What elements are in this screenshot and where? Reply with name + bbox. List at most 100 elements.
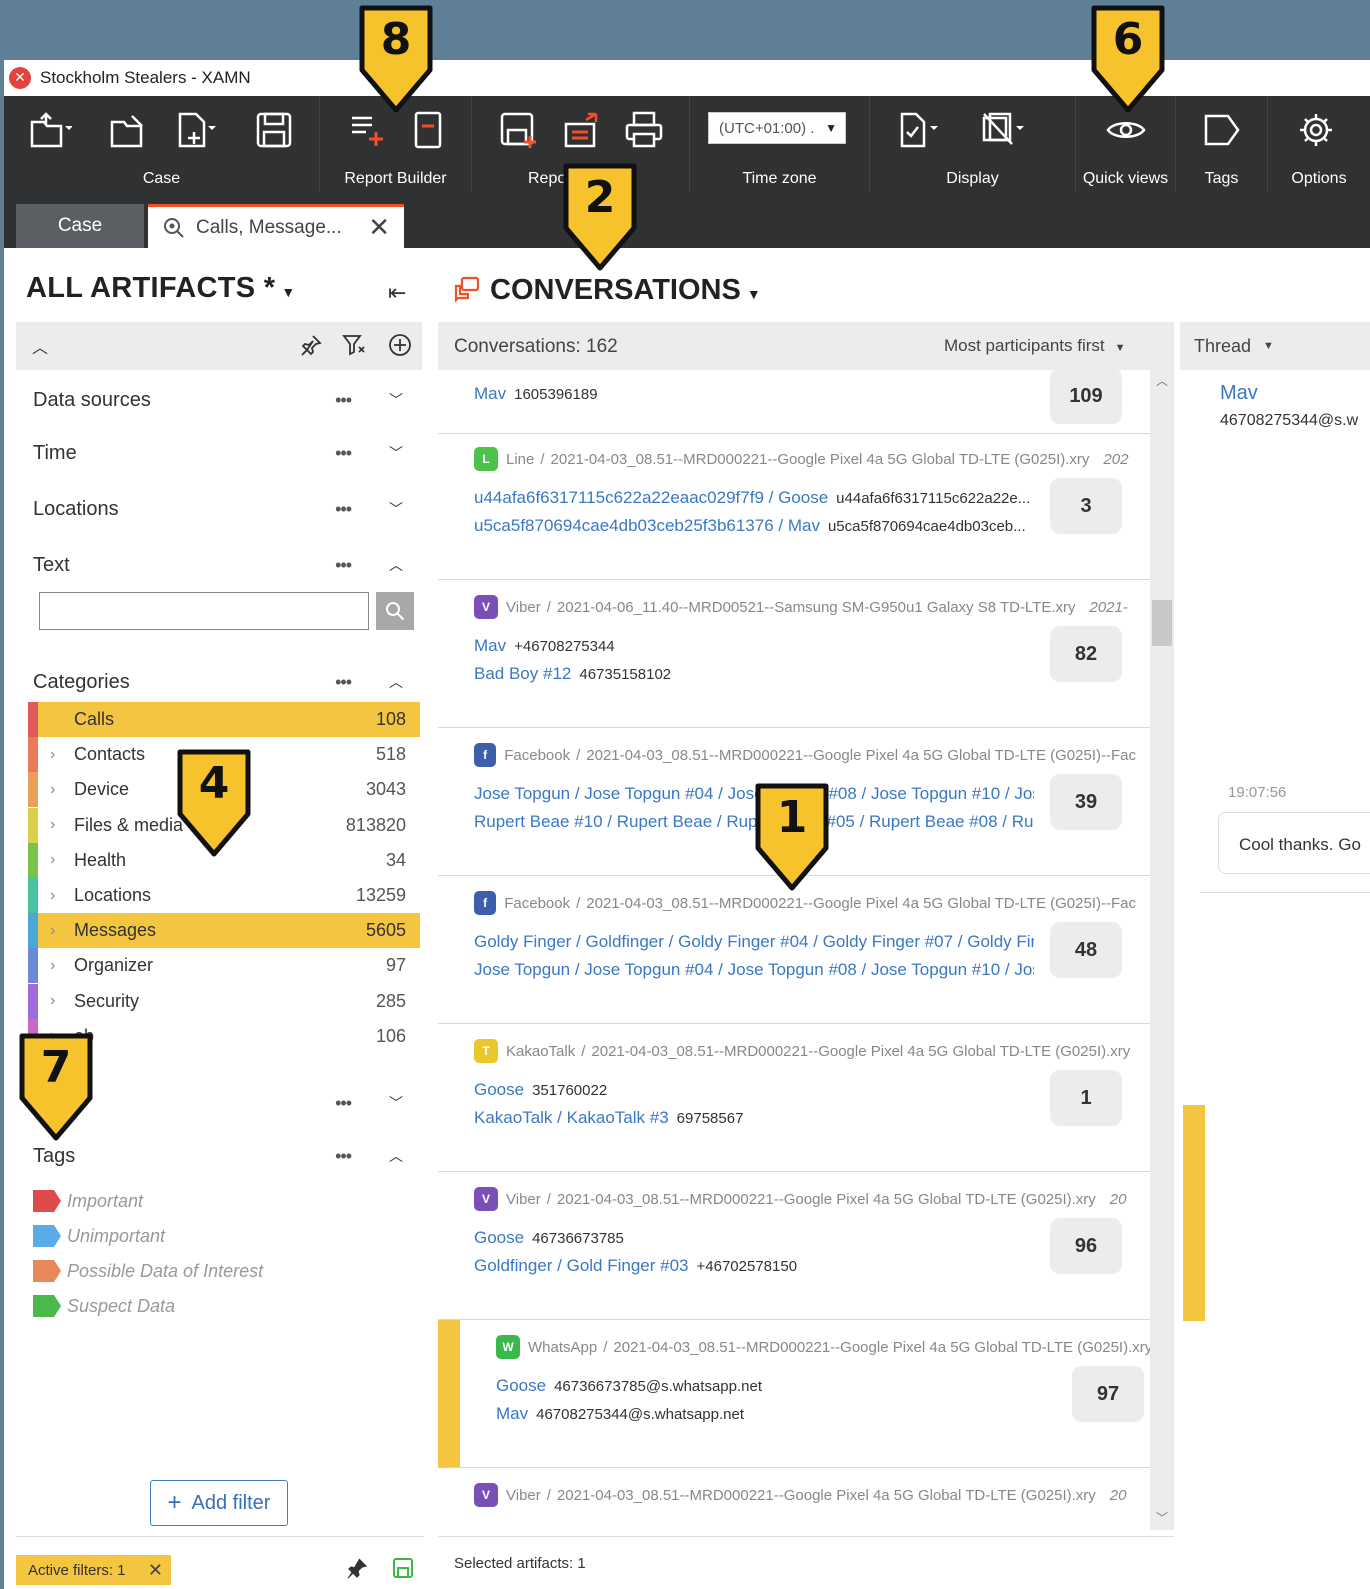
more-icon[interactable]: •••	[335, 555, 352, 576]
toolbar-group-options[interactable]: Options	[1268, 96, 1370, 192]
scrollbar-thumb[interactable]	[1152, 600, 1172, 646]
document-check-icon[interactable]	[894, 110, 938, 150]
participant-line[interactable]: Jose Topgun / Jose Topgun #04 / Jose Top…	[474, 960, 1034, 980]
save-icon[interactable]	[252, 110, 296, 150]
more-icon[interactable]: •••	[335, 390, 352, 411]
tag-item[interactable]: Important	[33, 1186, 143, 1216]
participant-line[interactable]: u44afa6f6317115c622a22eaac029f7f9 / Goos…	[474, 488, 1034, 508]
tag-icon[interactable]	[1200, 110, 1244, 150]
view-title[interactable]: ALL ARTIFACTS * ▼	[26, 272, 296, 305]
chevron-up-icon[interactable]: ︿	[389, 672, 403, 692]
scrollbar[interactable]: ︿ ﹀	[1150, 370, 1174, 1530]
active-filters-badge[interactable]: Active filters: 1 ✕	[16, 1555, 171, 1585]
chevron-right-icon[interactable]: ›	[50, 851, 55, 869]
toolbar-group-tags[interactable]: Tags	[1176, 96, 1268, 192]
chevron-down-icon[interactable]: ﹀	[389, 1093, 403, 1113]
conversations-title[interactable]: CONVERSATIONS ▼	[490, 274, 761, 307]
print-icon[interactable]	[622, 110, 666, 150]
clear-filters-icon[interactable]: ✕	[148, 1560, 163, 1581]
conversation-item[interactable]: V Viber/2021-04-03_08.51--MRD000221--Goog…	[438, 1468, 1150, 1530]
tab-case[interactable]: Case	[16, 204, 144, 248]
more-icon[interactable]: •••	[335, 499, 352, 520]
chevron-right-icon[interactable]: ›	[50, 746, 55, 764]
open-case-icon[interactable]	[28, 110, 72, 150]
save-report-icon[interactable]	[496, 110, 540, 150]
close-window-icon[interactable]: ✕	[9, 67, 31, 89]
conversation-item[interactable]: L Line/2021-04-03_08.51--MRD000221--Googl…	[438, 432, 1150, 580]
scroll-down-icon[interactable]: ﹀	[1156, 1509, 1168, 1526]
scroll-up-icon[interactable]: ︿	[1156, 372, 1168, 389]
conversation-item[interactable]: W WhatsApp/2021-04-03_08.51--MRD000221--G…	[438, 1320, 1150, 1468]
more-icon[interactable]: •••	[335, 672, 352, 693]
gear-icon[interactable]	[1294, 110, 1338, 150]
conversation-item[interactable]: Mav 1605396189 109	[438, 370, 1150, 434]
new-file-icon[interactable]	[172, 110, 216, 150]
more-icon[interactable]: •••	[335, 443, 352, 464]
category-item[interactable]: › Locations 13259	[28, 878, 420, 913]
chevron-right-icon[interactable]: ›	[50, 922, 55, 940]
timezone-select[interactable]: (UTC+01:00) . ▼	[708, 112, 846, 144]
conversation-item[interactable]: T KakaoTalk/2021-04-03_08.51--MRD000221--…	[438, 1024, 1150, 1172]
hide-display-icon[interactable]	[980, 110, 1024, 150]
pin-icon[interactable]	[300, 334, 322, 356]
search-button[interactable]	[376, 592, 414, 630]
eye-icon[interactable]	[1104, 110, 1148, 150]
participant-line[interactable]: Goose 46736673785@s.whatsapp.net	[496, 1376, 1056, 1396]
filter-locations[interactable]: Locations ••• ﹀	[33, 494, 413, 524]
filter-categories[interactable]: Categories ••• ︿	[33, 667, 413, 697]
collapse-panel-icon[interactable]: ⇤	[388, 280, 406, 306]
open-folder-icon[interactable]	[106, 110, 150, 150]
pin-icon[interactable]	[346, 1557, 368, 1579]
tag-item[interactable]: Unimportant	[33, 1221, 165, 1251]
chevron-up-icon[interactable]: ︿	[32, 334, 48, 358]
participant-line[interactable]: Goose 46736673785	[474, 1228, 1034, 1248]
chevron-up-icon[interactable]: ︿	[389, 1146, 403, 1166]
participant-line[interactable]: Goose 351760022	[474, 1080, 1034, 1100]
save-filter-icon[interactable]	[392, 1557, 414, 1579]
add-circle-icon[interactable]	[388, 333, 412, 357]
participant-line[interactable]: Mav 46708275344@s.whatsapp.net	[496, 1404, 1056, 1424]
tag-item[interactable]: Suspect Data	[33, 1291, 175, 1321]
chevron-down-icon[interactable]: ﹀	[389, 390, 403, 410]
add-to-report-icon[interactable]	[346, 110, 390, 150]
tab-calls-messages[interactable]: Calls, Message... ✕	[148, 204, 404, 248]
chevron-down-icon[interactable]: ﹀	[389, 499, 403, 519]
more-icon[interactable]: •••	[335, 1093, 352, 1114]
filter-tags[interactable]: Tags ••• ︿	[33, 1141, 413, 1171]
conversation-item[interactable]: V Viber/2021-04-03_08.51--MRD000221--Goog…	[438, 1172, 1150, 1320]
participant-line[interactable]: KakaoTalk / KakaoTalk #3 69758567	[474, 1108, 1034, 1128]
export-report-icon[interactable]	[560, 110, 604, 150]
sort-select[interactable]: Most participants first ▼	[944, 336, 1126, 356]
thread-contact-name[interactable]: Mav	[1220, 382, 1258, 405]
participant-line[interactable]: u5ca5f870694cae4db03ceb25f3b61376 / Mav u…	[474, 516, 1034, 536]
clear-filter-icon[interactable]	[342, 333, 366, 357]
conversation-item[interactable]: V Viber/2021-04-06_11.40--MRD00521--Samsu…	[438, 580, 1150, 728]
filter-time[interactable]: Time ••• ﹀	[33, 438, 413, 468]
participant-line[interactable]: Goldy Finger / Goldfinger / Goldy Finger…	[474, 932, 1034, 952]
participant-line[interactable]: Mav +46708275344	[474, 636, 1034, 656]
chevron-right-icon[interactable]: ›	[50, 816, 55, 834]
chevron-right-icon[interactable]: ›	[50, 781, 55, 799]
participant-line[interactable]: Bad Boy #12 46735158102	[474, 664, 1034, 684]
thread-toolbar[interactable]: Thread ▼	[1180, 322, 1370, 370]
text-filter-input[interactable]	[39, 592, 369, 630]
add-filter-button[interactable]: + Add filter	[150, 1480, 288, 1526]
category-item[interactable]: › Organizer 97	[28, 948, 420, 984]
participant-line[interactable]: Mav 1605396189	[474, 384, 1034, 404]
category-item[interactable]: Calls 108	[28, 702, 420, 737]
chevron-right-icon[interactable]: ›	[50, 957, 55, 975]
chevron-right-icon[interactable]: ›	[50, 992, 55, 1010]
close-tab-icon[interactable]: ✕	[368, 212, 390, 243]
filter-text[interactable]: Text ••• ︿	[33, 550, 413, 580]
chevron-up-icon[interactable]: ︿	[389, 555, 403, 575]
message-bubble[interactable]: Cool thanks. Go	[1218, 812, 1370, 874]
participant-line[interactable]: Goldfinger / Gold Finger #03 +46702578150	[474, 1256, 1034, 1276]
category-item[interactable]: › Messages 5605	[28, 913, 420, 949]
conversation-item[interactable]: f Facebook/2021-04-03_08.51--MRD000221--G…	[438, 876, 1150, 1024]
chevron-down-icon[interactable]: ﹀	[389, 443, 403, 463]
category-item[interactable]: › Security 285	[28, 983, 420, 1019]
more-icon[interactable]: •••	[335, 1146, 352, 1167]
report-document-icon[interactable]	[406, 110, 450, 150]
chevron-right-icon[interactable]: ›	[50, 887, 55, 905]
filter-data-sources[interactable]: Data sources ••• ﹀	[33, 385, 413, 415]
